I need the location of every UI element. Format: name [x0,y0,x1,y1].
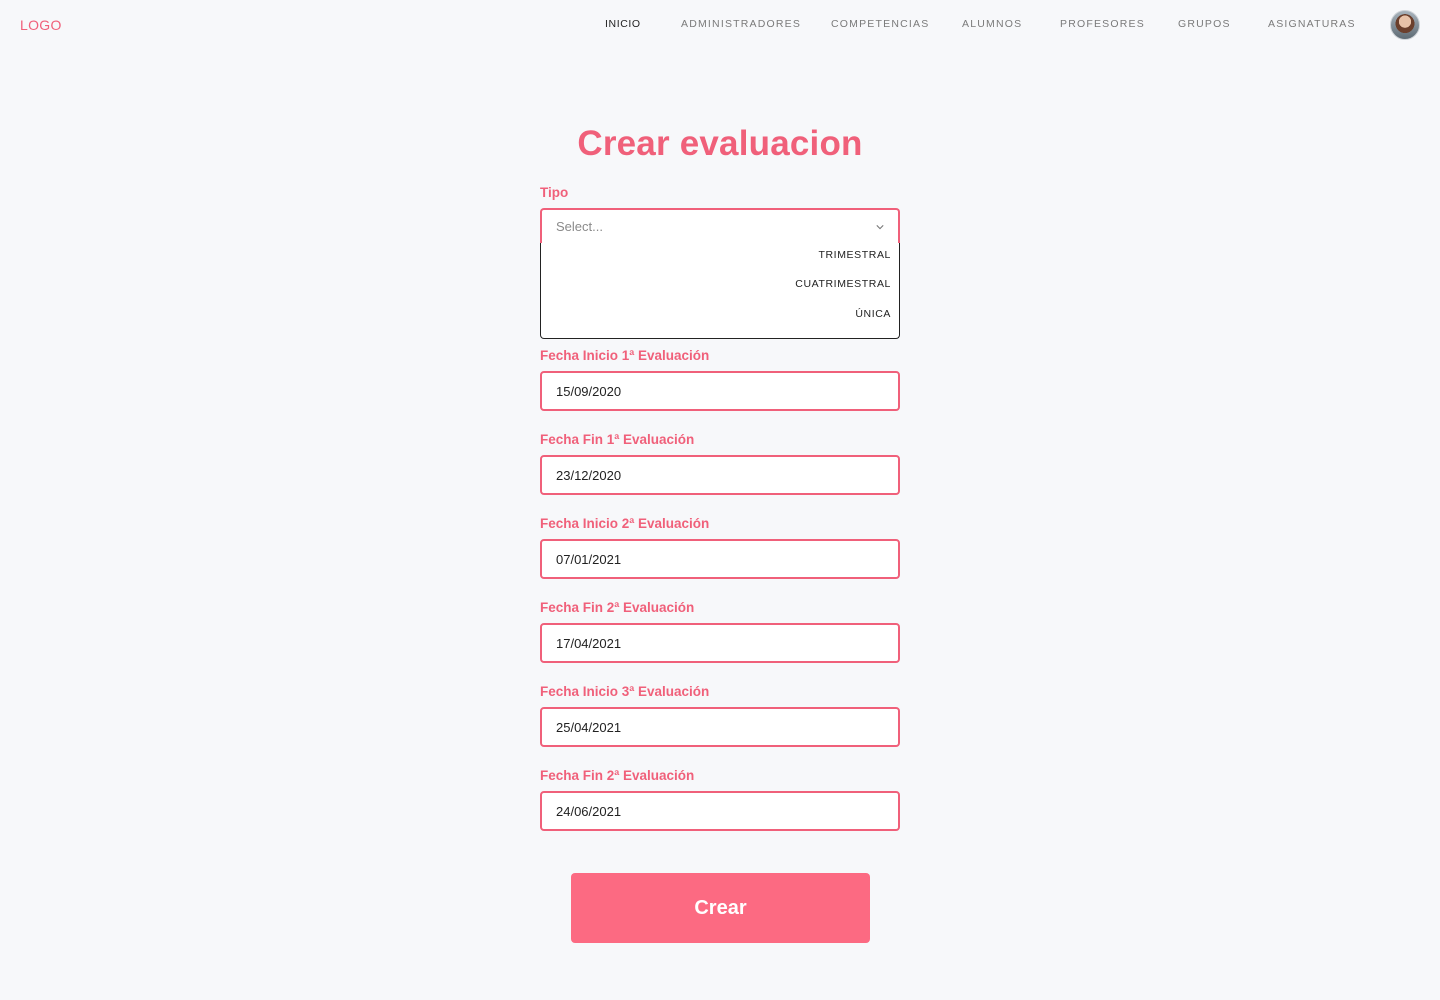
fecha-inicio-2-input[interactable]: 07/01/2021 [540,539,900,579]
fecha-inicio-3-label: Fecha Inicio 3ª Evaluación [540,684,710,699]
fecha-inicio-3-value: 25/04/2021 [556,719,622,735]
fecha-fin-2-value: 17/04/2021 [556,635,622,651]
fecha-inicio-2-value: 07/01/2021 [556,551,622,567]
fecha-fin-2-label: Fecha Fin 2ª Evaluación [540,600,695,615]
main-nav: INICIO ADMINISTRADORES COMPETENCIAS ALUM… [0,18,1440,32]
fecha-fin-3-value: 24/06/2021 [556,803,622,819]
fecha-inicio-2-label: Fecha Inicio 2ª Evaluación [540,516,710,531]
nav-item-profesores[interactable]: PROFESORES [1060,18,1145,30]
tipo-select-placeholder: Select... [556,219,603,234]
fecha-fin-3-label: Fecha Fin 2ª Evaluación [540,768,695,783]
fecha-fin-3-input[interactable]: 24/06/2021 [540,791,900,831]
nav-item-grupos[interactable]: GRUPOS [1178,18,1231,30]
tipo-option-unica[interactable]: ÚNICA [855,308,891,320]
top-navbar: LOGO INICIO ADMINISTRADORES COMPETENCIAS… [0,0,1440,50]
nav-item-asignaturas[interactable]: ASIGNATURAS [1268,18,1356,30]
fecha-fin-1-value: 23/12/2020 [556,467,622,483]
nav-item-administradores[interactable]: ADMINISTRADORES [681,18,801,30]
tipo-label: Tipo [540,185,569,200]
user-avatar-icon[interactable] [1390,10,1420,40]
fecha-fin-2-input[interactable]: 17/04/2021 [540,623,900,663]
tipo-select[interactable]: Select... [540,208,900,244]
tipo-option-cuatrimestral[interactable]: CUATRIMESTRAL [795,278,891,290]
page-title: Crear evaluacion [577,124,863,163]
tipo-option-trimestral[interactable]: TRIMESTRAL [818,249,891,261]
fecha-fin-1-input[interactable]: 23/12/2020 [540,455,900,495]
crear-button[interactable]: Crear [571,873,870,943]
nav-item-alumnos[interactable]: ALUMNOS [962,18,1022,30]
fecha-inicio-1-input[interactable]: 15/09/2020 [540,371,900,411]
chevron-down-icon [876,225,884,230]
fecha-inicio-3-input[interactable]: 25/04/2021 [540,707,900,747]
nav-item-competencias[interactable]: COMPETENCIAS [831,18,929,30]
fecha-inicio-1-value: 15/09/2020 [556,383,622,399]
nav-item-inicio[interactable]: INICIO [605,18,641,30]
fecha-inicio-1-label: Fecha Inicio 1ª Evaluación [540,348,710,363]
tipo-dropdown-menu: TRIMESTRAL CUATRIMESTRAL ÚNICA [540,243,900,339]
fecha-fin-1-label: Fecha Fin 1ª Evaluación [540,432,695,447]
